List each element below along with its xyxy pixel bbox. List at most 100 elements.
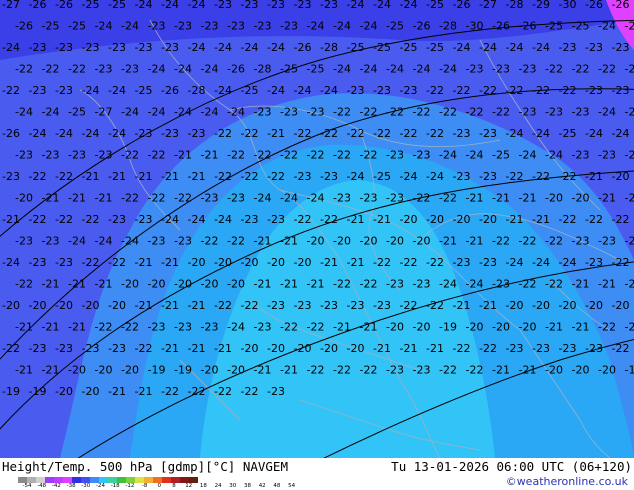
temperature-label: -24 (400, 170, 418, 183)
temperature-label: -22 (294, 127, 312, 140)
temperature-map-canvas: -27 -26 -26 -25 -25 -24 -24 -24 -23 -23 -23 -23 -23-… (0, 0, 634, 458)
temperature-label: -20 (95, 364, 113, 377)
temperature-label: -22 (161, 385, 179, 398)
temperature-label: -21 (188, 170, 206, 183)
temperature-label: -21 (135, 170, 153, 183)
temperature-label: -21 (347, 256, 365, 269)
temperature-label: -22 (2, 84, 20, 97)
temperature-label: -23 (453, 170, 471, 183)
temperature-label: -22 (360, 149, 378, 162)
color-scale-label: 54 (288, 483, 296, 489)
temperature-label: -21 (572, 321, 590, 334)
temperature-label: -24 (267, 41, 285, 54)
temperature-label: -20 (545, 364, 563, 377)
temperature-label: -20 (201, 278, 219, 291)
temperature-label: -24 (439, 278, 457, 291)
color-scale-label: -24 (96, 483, 105, 489)
temperature-label: -24 (241, 41, 259, 54)
temperature-label: -20 (519, 321, 537, 334)
temperature-label: -21 (135, 256, 153, 269)
temperature-label: -25 (625, 106, 634, 119)
temperature-label: -28 (439, 20, 457, 33)
temperature-label: -24 (227, 321, 245, 334)
temperature-label: -24 (426, 170, 444, 183)
temperature-label: -25 (108, 0, 126, 11)
temperature-label: -19 (625, 364, 634, 377)
temperature-label: -24 (95, 20, 113, 33)
temperature-label: -23 (453, 127, 471, 140)
temperature-label: -23 (15, 235, 33, 248)
color-scale-label: -38 (66, 483, 76, 489)
temperature-label: -23 (612, 84, 630, 97)
temperature-label: -21 (320, 256, 338, 269)
temperature-label: -24 (506, 127, 524, 140)
temperature-label: -20 (241, 256, 259, 269)
temperature-label: -22 (400, 256, 418, 269)
temperature-label: -20 (294, 342, 312, 355)
temperature-label: -23 (373, 299, 391, 312)
temperature-label: -23 (108, 213, 126, 226)
temperature-label: -25 (135, 84, 153, 97)
temperature-label: -20 (453, 213, 471, 226)
temperature-label: -29 (532, 0, 550, 11)
temperature-label: -24 (598, 106, 616, 119)
temperature-label: -25 (386, 20, 404, 33)
temperature-label: -25 (68, 106, 86, 119)
temperature-label: -22 (241, 170, 259, 183)
temperature-label: -20 (121, 278, 139, 291)
temperature-label: -23 (161, 41, 179, 54)
temperature-label: -19 (2, 385, 20, 398)
temperature-label: -20 (307, 235, 325, 248)
temperature-label: -27 (95, 106, 113, 119)
temperature-label: -24 (625, 235, 634, 248)
temperature-label: -23 (413, 278, 431, 291)
temperature-label: -24 (400, 0, 418, 11)
temperature-label: -22 (148, 149, 166, 162)
temperature-label: -24 (307, 20, 325, 33)
color-scale-label: 48 (273, 483, 281, 489)
temperature-label: -21 (519, 364, 537, 377)
valid-time: Tu 13-01-2026 06:00 UTC (06+120) (391, 459, 632, 474)
temperature-label: -22 (506, 170, 524, 183)
temperature-label: -26 (585, 0, 603, 11)
temperature-label: -22 (625, 63, 634, 76)
temperature-label: -22 (426, 127, 444, 140)
temperature-label: -24 (360, 63, 378, 76)
color-scale-label: -18 (110, 483, 120, 489)
temperature-label: -23 (466, 63, 484, 76)
temperature-label: -24 (347, 0, 365, 11)
temperature-label: -24 (95, 235, 113, 248)
temperature-label: -24 (121, 235, 139, 248)
temperature-label: -24 (307, 192, 325, 205)
temperature-label: -22 (29, 213, 47, 226)
color-scale-label: -48 (37, 483, 47, 489)
temperature-label: -21 (68, 278, 86, 291)
temperature-label: -23 (254, 20, 272, 33)
color-scale-label: -8 (141, 483, 148, 489)
temperature-label: -24 (82, 127, 100, 140)
temperature-label: -21 (161, 256, 179, 269)
temperature-label: -22 (532, 84, 550, 97)
temperature-label: -22 (360, 278, 378, 291)
temperature-label: -22 (492, 235, 510, 248)
temperature-label: -21 (15, 321, 33, 334)
temperature-label: -22 (612, 256, 630, 269)
temperature-label: -23 (280, 106, 298, 119)
temperature-label: -20 (479, 213, 497, 226)
temperature-label: -20 (506, 299, 524, 312)
copyright-link[interactable]: ©weatheronline.co.uk (506, 475, 628, 488)
temperature-label: -23 (227, 20, 245, 33)
temperature-label: -21 (2, 213, 20, 226)
temperature-label: -22 (439, 106, 457, 119)
temperature-label: -24 (506, 41, 524, 54)
temperature-label: -21 (280, 235, 298, 248)
temperature-label: -23 (227, 192, 245, 205)
temperature-label: -25 (545, 20, 563, 33)
temperature-label: -26 (161, 84, 179, 97)
temperature-label: -23 (29, 256, 47, 269)
temperature-label: -23 (214, 0, 232, 11)
temperature-label: -20 (15, 192, 33, 205)
temperature-label: -20 (267, 256, 285, 269)
temperature-label: -26 (15, 20, 33, 33)
temperature-label: -26 (227, 63, 245, 76)
